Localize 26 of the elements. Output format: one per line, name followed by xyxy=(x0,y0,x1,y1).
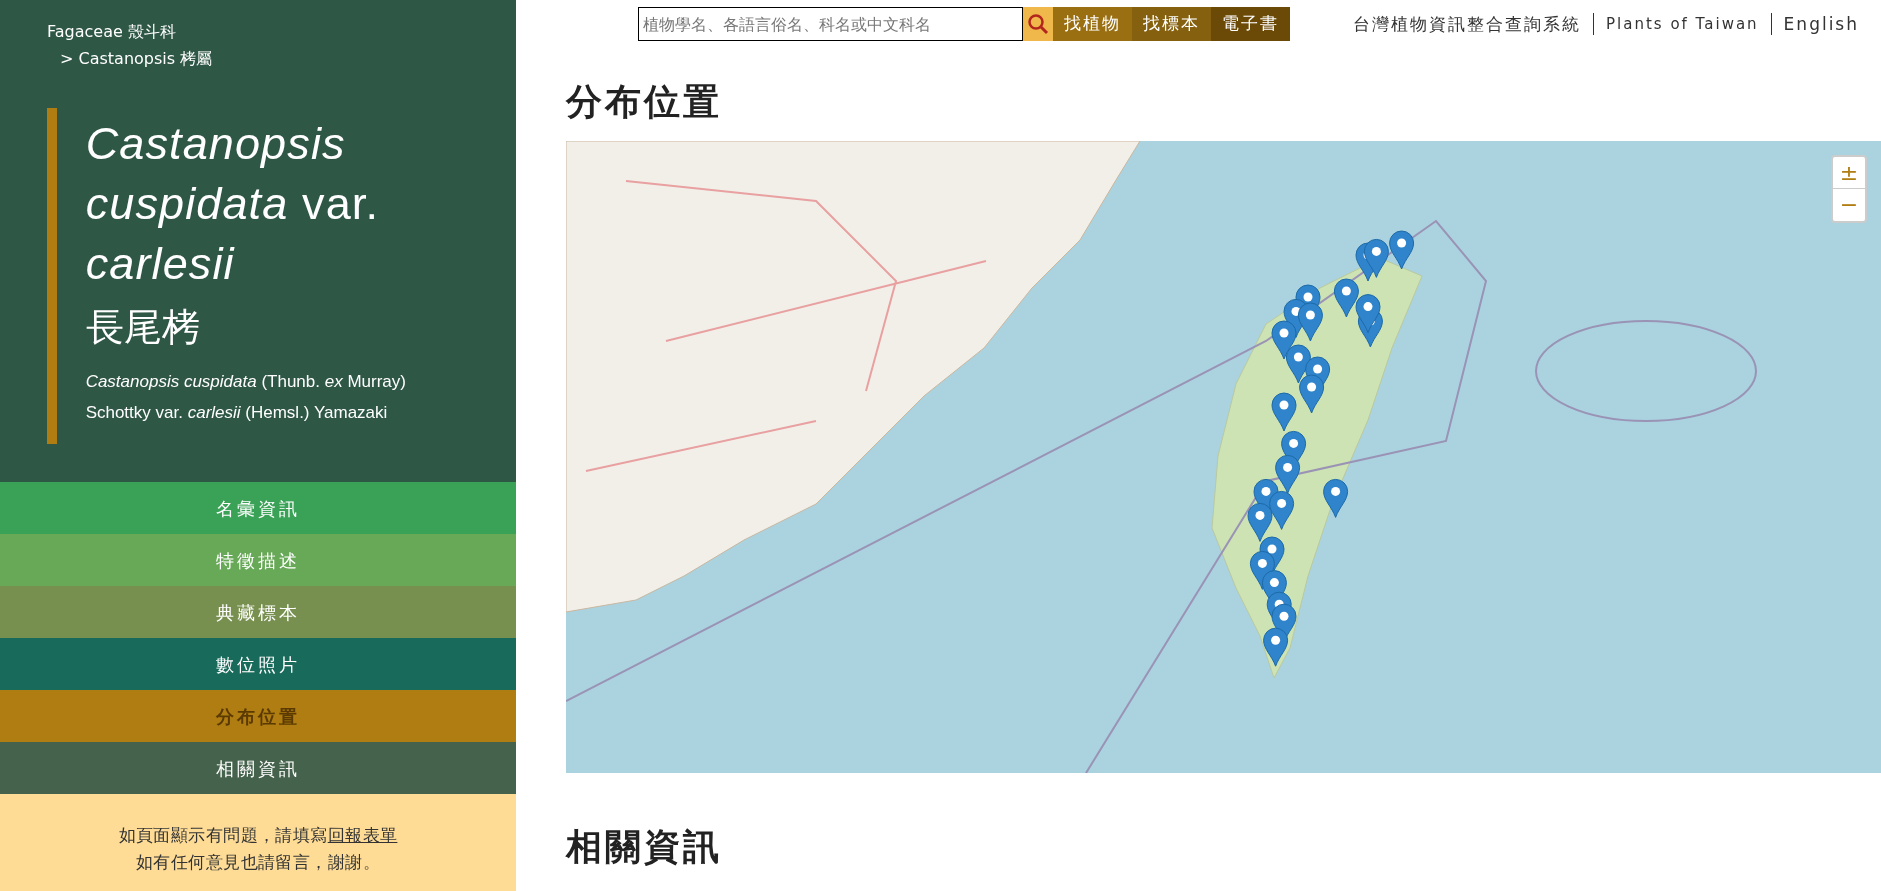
species-title: Castanopsis cuspidata var. carlesii xyxy=(85,117,381,291)
map-markers-drawing[interactable] xyxy=(1247,230,1415,667)
nav-tab[interactable]: 相關資訊 xyxy=(0,742,516,794)
search-icon xyxy=(1027,13,1049,35)
search-field[interactable]: 植物學名、各語言俗名、科名或中文科名 xyxy=(638,7,1023,41)
zoom-in-button[interactable]: ± xyxy=(1833,157,1865,189)
section-heading: 相關資訊 xyxy=(566,825,722,869)
feedback-text: 如有任何意見也請留言，謝謝。 xyxy=(136,851,380,874)
header-link[interactable]: Plants of Taiwan xyxy=(1593,13,1771,35)
nav-button[interactable]: 電子書 xyxy=(1211,7,1290,41)
header-link[interactable]: English xyxy=(1770,13,1871,35)
feedback-text: 如頁面顯示有問題，請填寫回報表單 xyxy=(118,824,398,847)
zoom-out-button[interactable]: − xyxy=(1833,189,1865,221)
nav-tab[interactable]: 名彙資訊 xyxy=(0,482,516,534)
feedback-form-link[interactable]: 回報表單 xyxy=(327,825,398,845)
nav-button[interactable]: 找植物 xyxy=(1053,7,1132,41)
search-button[interactable] xyxy=(1023,7,1053,41)
nav-button[interactable]: 找標本 xyxy=(1132,7,1211,41)
header-link[interactable]: 台灣植物資訊整合查詢系統 xyxy=(1353,13,1593,35)
nav-tab[interactable]: 典藏標本 xyxy=(0,586,516,638)
breadcrumb-link[interactable]: Fagaceae 殼斗科 xyxy=(47,18,176,45)
authority-text: Castanopsis cuspidata (Thunb. ex Murray) Schottky var. carlesii (Hemsl.) Yamazaki xyxy=(85,371,407,424)
chinese-name: 長尾栲 xyxy=(85,304,200,351)
nav-tab[interactable]: 數位照片 xyxy=(0,638,516,690)
breadcrumb-link[interactable]: > Castanopsis 栲屬 xyxy=(47,45,213,72)
section-heading: 分布位置 xyxy=(566,80,722,124)
